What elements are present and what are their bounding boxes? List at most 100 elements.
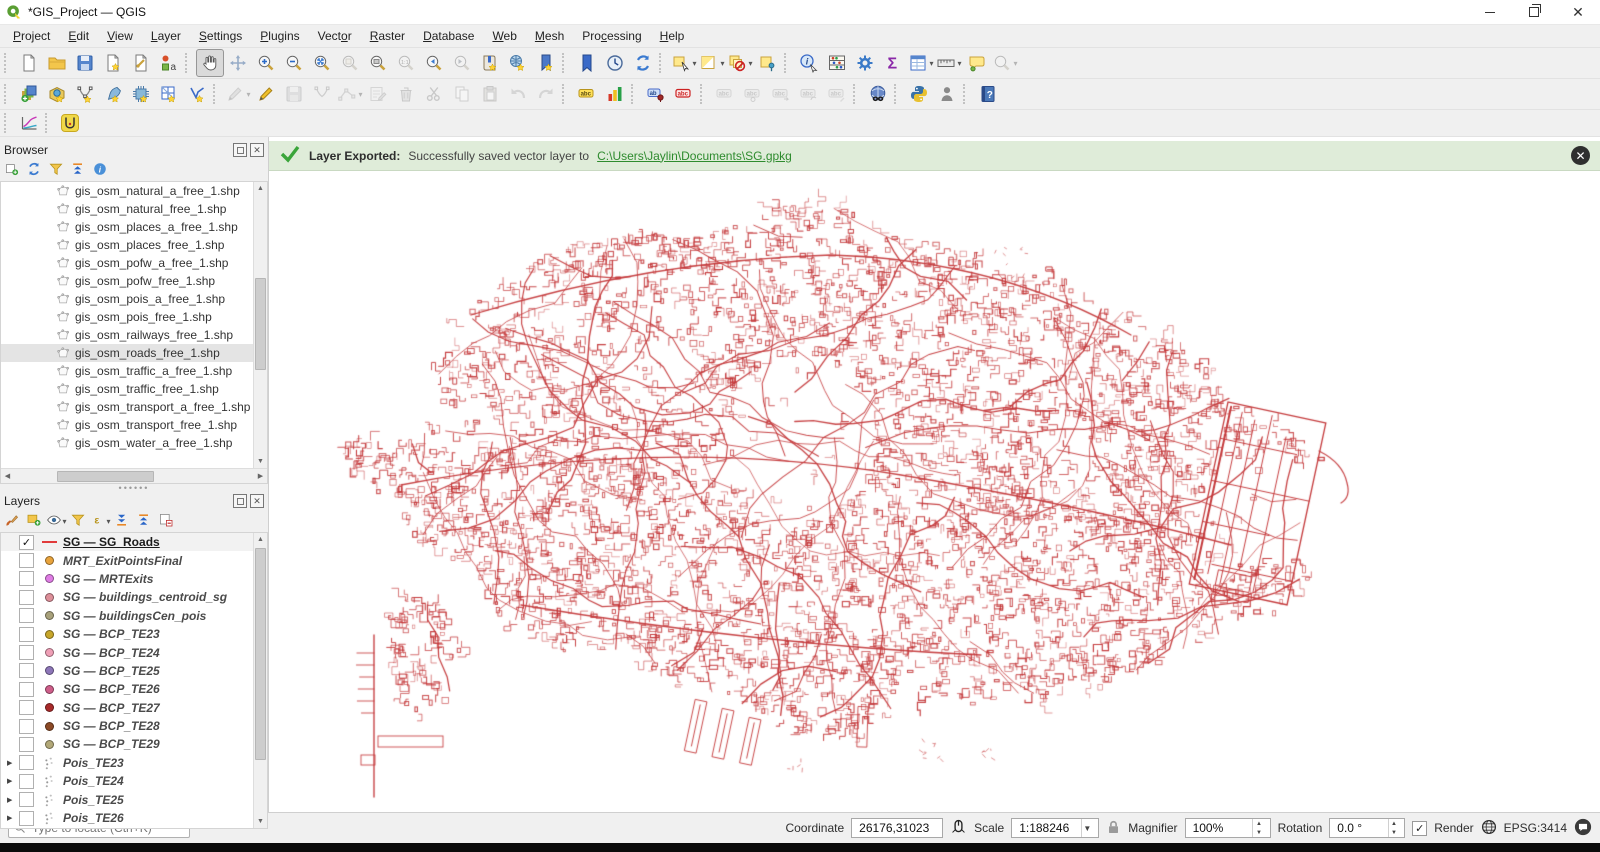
expand-arrow-icon[interactable]: ▶: [7, 759, 19, 767]
filter-by-expression-button[interactable]: ε▾: [90, 511, 110, 531]
new-spatial-bookmark-button[interactable]: [532, 49, 560, 77]
save-project-button[interactable]: [71, 49, 99, 77]
spin-up-icon[interactable]: ▲: [1389, 819, 1400, 828]
temporal-profile-plugin-button[interactable]: [56, 109, 84, 137]
coordinate-input[interactable]: [857, 820, 937, 836]
new-geopackage-layer-button[interactable]: [43, 80, 71, 108]
layer-item[interactable]: ▶Pois_TE26: [1, 809, 253, 826]
identify-features-button[interactable]: i: [795, 49, 823, 77]
render-checkbox[interactable]: ✓: [1412, 821, 1427, 836]
menu-database[interactable]: Database: [414, 27, 483, 45]
menu-vector[interactable]: Vector: [309, 27, 361, 45]
new-mesh-layer-button[interactable]: [183, 80, 211, 108]
expand-arrow-icon[interactable]: ▶: [7, 814, 19, 822]
new-project-button[interactable]: [15, 49, 43, 77]
menu-settings[interactable]: Settings: [190, 27, 251, 45]
layer-item[interactable]: SG — BCP_TE28: [1, 717, 253, 735]
chevron-down-icon[interactable]: ▼: [1081, 819, 1094, 837]
new-shapefile-layer-button[interactable]: [71, 80, 99, 108]
new-virtual-layer-button[interactable]: [155, 80, 183, 108]
menu-layer[interactable]: Layer: [142, 27, 190, 45]
layer-labeling-options-button[interactable]: abc: [573, 80, 601, 108]
browser-item[interactable]: gis_osm_transport_free_1.shp: [1, 416, 253, 434]
browser-close-button[interactable]: ✕: [250, 143, 264, 157]
rotation-input[interactable]: [1335, 820, 1384, 836]
layer-item[interactable]: SG — buildingsCen_pois: [1, 607, 253, 625]
browser-item[interactable]: gis_osm_pofw_a_free_1.shp: [1, 254, 253, 272]
statistical-summary-button[interactable]: Σ: [879, 49, 907, 77]
scroll-down-icon[interactable]: ▼: [254, 455, 267, 468]
scroll-up-icon[interactable]: ▲: [254, 182, 267, 195]
expand-all-button[interactable]: [112, 511, 132, 531]
menu-mesh[interactable]: Mesh: [526, 27, 573, 45]
browser-collapse-all-button[interactable]: [68, 160, 88, 180]
new-temporary-scratch-layer-button[interactable]: [127, 80, 155, 108]
layer-item[interactable]: SG — BCP_TE25: [1, 662, 253, 680]
browser-float-button[interactable]: [233, 143, 247, 157]
open-project-button[interactable]: [43, 49, 71, 77]
pan-to-selection-button[interactable]: [224, 49, 252, 77]
browser-refresh-button[interactable]: [24, 160, 44, 180]
chevron-down-icon[interactable]: ▾: [1013, 59, 1017, 68]
layer-checkbox[interactable]: [19, 700, 34, 715]
map-canvas[interactable]: [269, 171, 1600, 812]
remove-layer-group-button[interactable]: [156, 511, 176, 531]
messages-button[interactable]: [1574, 818, 1592, 839]
select-by-location-button[interactable]: [754, 49, 782, 77]
layer-checkbox[interactable]: [19, 571, 34, 586]
browser-item[interactable]: gis_osm_natural_free_1.shp: [1, 200, 253, 218]
layer-checkbox[interactable]: [19, 627, 34, 642]
layer-item[interactable]: SG — BCP_TE27: [1, 699, 253, 717]
zoom-full-extent-button[interactable]: [308, 49, 336, 77]
select-features-button[interactable]: ▾: [670, 49, 698, 77]
layer-checkbox[interactable]: [19, 755, 34, 770]
zoom-last-button[interactable]: [420, 49, 448, 77]
browser-item[interactable]: gis_osm_places_free_1.shp: [1, 236, 253, 254]
layer-item[interactable]: SG — BCP_TE23: [1, 625, 253, 643]
browser-item[interactable]: gis_osm_pois_free_1.shp: [1, 308, 253, 326]
browser-item[interactable]: gis_osm_places_a_free_1.shp: [1, 218, 253, 236]
scroll-left-icon[interactable]: ◀: [1, 470, 14, 483]
expand-arrow-icon[interactable]: ▶: [7, 796, 19, 804]
browser-filter-button[interactable]: [46, 160, 66, 180]
layer-checkbox[interactable]: [19, 663, 34, 678]
chevron-down-icon[interactable]: ▾: [748, 59, 752, 68]
browser-item[interactable]: gis_osm_roads_free_1.shp: [1, 344, 253, 362]
layer-item[interactable]: SG — BCP_TE26: [1, 680, 253, 698]
refresh-map-button[interactable]: [629, 49, 657, 77]
layer-checkbox[interactable]: [19, 682, 34, 697]
manage-map-themes-button[interactable]: ▾: [46, 511, 66, 531]
crs-status[interactable]: EPSG:3414: [1504, 821, 1567, 835]
filter-legend-button[interactable]: [68, 511, 88, 531]
layer-item[interactable]: SG — buildings_centroid_sg: [1, 588, 253, 606]
temporal-controller-button[interactable]: [601, 49, 629, 77]
browser-item[interactable]: gis_osm_water_a_free_1.shp: [1, 434, 253, 452]
layer-item[interactable]: SG — BCP_TE24: [1, 643, 253, 661]
rotation-spinner[interactable]: ▲▼: [1388, 819, 1400, 837]
layer-item[interactable]: ▶Pois_TE23: [1, 754, 253, 772]
browser-item[interactable]: gis_osm_railways_free_1.shp: [1, 326, 253, 344]
data-source-manager-button[interactable]: [15, 80, 43, 108]
pin-unpin-labels-button[interactable]: ab: [642, 80, 670, 108]
new-map-view-button[interactable]: [476, 49, 504, 77]
chevron-down-icon[interactable]: ▾: [929, 59, 933, 68]
chevron-down-icon[interactable]: ▾: [358, 90, 362, 99]
browser-add-selected-layers-button[interactable]: [2, 160, 22, 180]
layer-checkbox[interactable]: [19, 737, 34, 752]
zoom-to-layer-button[interactable]: [364, 49, 392, 77]
new-print-layout-button[interactable]: [99, 49, 127, 77]
close-button[interactable]: ✕: [1556, 0, 1600, 24]
browser-vertical-scrollbar[interactable]: ▲ ▼: [253, 182, 267, 468]
chevron-down-icon[interactable]: ▾: [107, 517, 111, 526]
layer-diagram-options-button[interactable]: [601, 80, 629, 108]
chevron-down-icon[interactable]: ▾: [692, 59, 696, 68]
chevron-down-icon[interactable]: ▾: [246, 90, 250, 99]
scale-input[interactable]: [1017, 820, 1076, 836]
menu-view[interactable]: View: [98, 27, 142, 45]
scroll-down-icon[interactable]: ▼: [254, 815, 267, 828]
browser-item[interactable]: gis_osm_transport_a_free_1.shp: [1, 398, 253, 416]
coordinate-extent-toggle[interactable]: [950, 818, 967, 838]
menu-plugins[interactable]: Plugins: [251, 27, 308, 45]
python-console-button[interactable]: [905, 80, 933, 108]
layers-collapse-all-button[interactable]: [134, 511, 154, 531]
